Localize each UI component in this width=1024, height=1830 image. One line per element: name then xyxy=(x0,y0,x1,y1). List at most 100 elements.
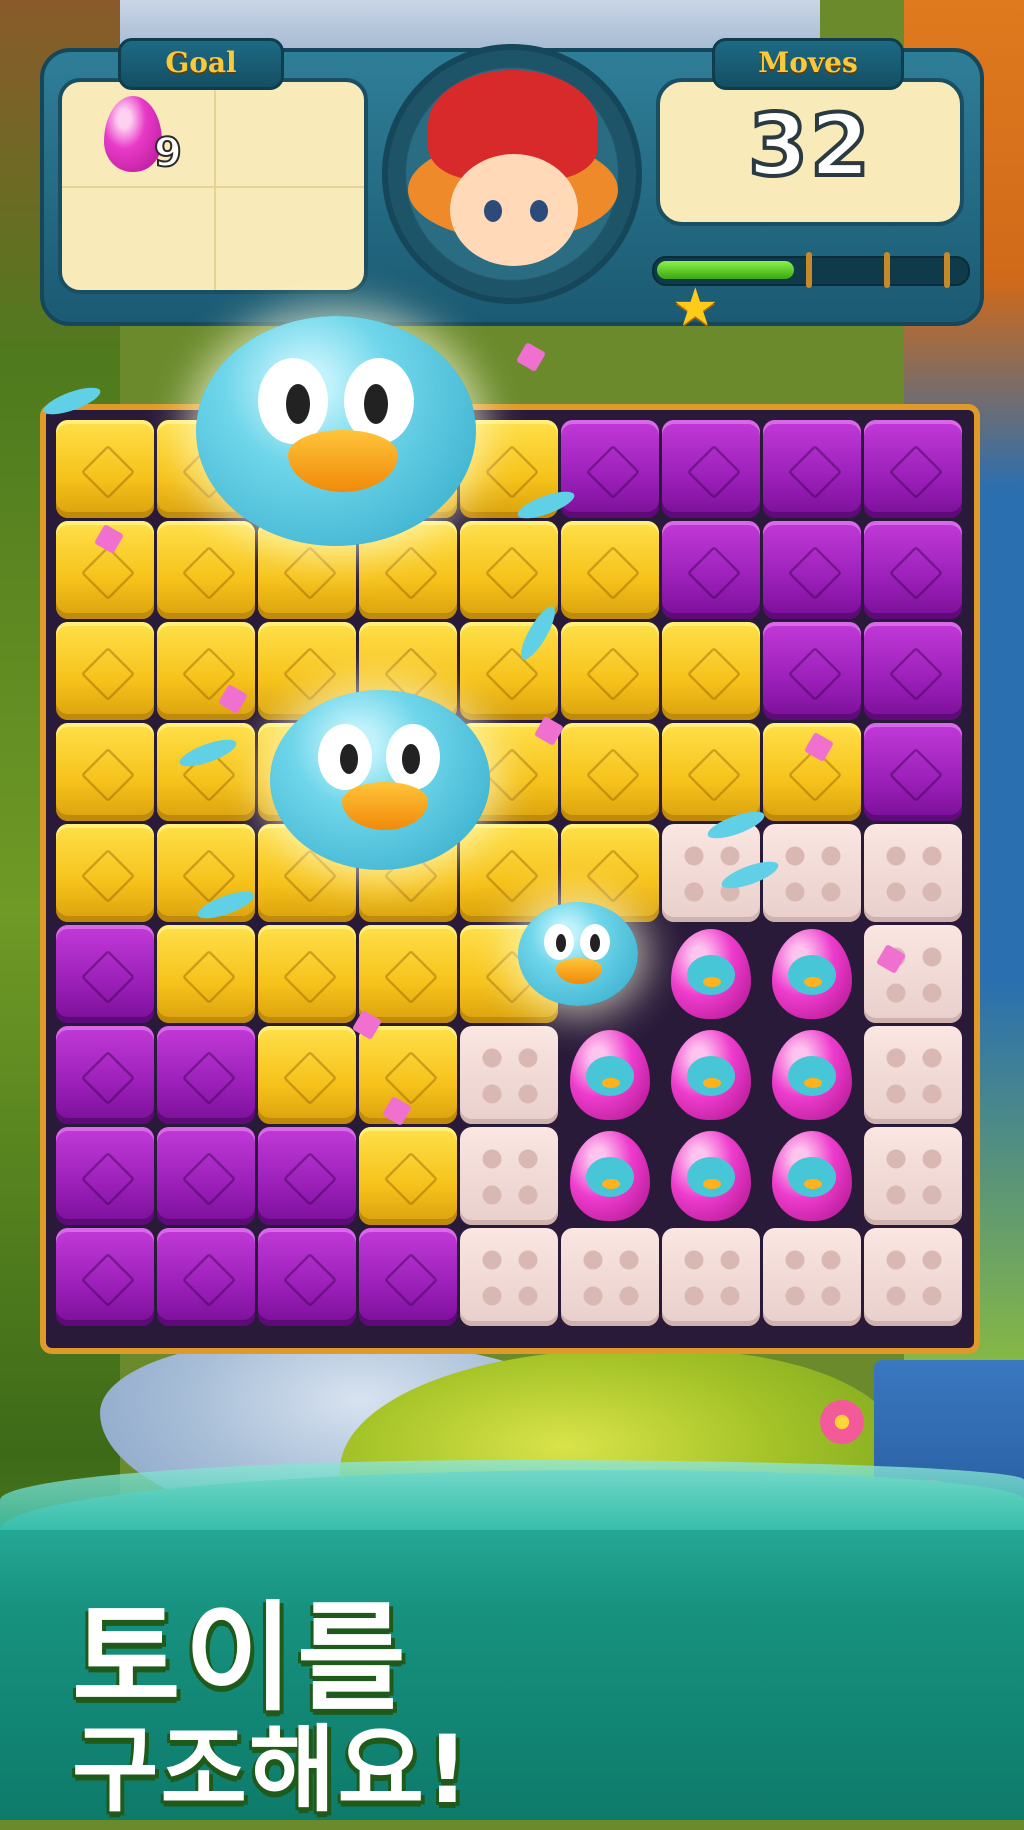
goal-egg-count: 9 xyxy=(153,129,183,177)
yellow-block-tile[interactable] xyxy=(157,925,255,1023)
bird-beak xyxy=(804,1179,822,1189)
bird-toy-icon xyxy=(586,1056,634,1096)
trapped-bird-egg xyxy=(772,1030,852,1120)
pink-brick-tile[interactable] xyxy=(460,1026,558,1124)
purple-block-tile[interactable] xyxy=(561,420,659,518)
pink-brick-tile[interactable] xyxy=(763,824,861,922)
purple-block-tile[interactable] xyxy=(56,1127,154,1225)
purple-block-tile[interactable] xyxy=(359,1228,457,1326)
yellow-block-tile[interactable] xyxy=(56,824,154,922)
pink-brick-tile[interactable] xyxy=(864,1127,962,1225)
purple-block-tile[interactable] xyxy=(157,1026,255,1124)
purple-block-tile[interactable] xyxy=(763,420,861,518)
rescued-bird-toy xyxy=(270,690,490,870)
trapped-bird-egg xyxy=(772,929,852,1019)
goal-grid-divider xyxy=(62,186,364,188)
flower-icon xyxy=(820,1400,864,1444)
pink-brick-tile[interactable] xyxy=(662,1228,760,1326)
egg-toy-tile[interactable] xyxy=(561,1026,659,1124)
pink-brick-tile[interactable] xyxy=(460,1127,558,1225)
pink-brick-tile[interactable] xyxy=(864,1026,962,1124)
score-progress-fill xyxy=(657,261,794,279)
bird-pupil xyxy=(402,744,420,774)
brick-studs xyxy=(884,1248,944,1308)
yellow-block-tile[interactable] xyxy=(359,1127,457,1225)
egg-toy-tile[interactable] xyxy=(662,925,760,1023)
bird-beak xyxy=(602,1179,620,1189)
yellow-block-tile[interactable] xyxy=(359,925,457,1023)
bird-toy-icon xyxy=(586,1157,634,1197)
game-board[interactable] xyxy=(40,404,980,1354)
purple-block-tile[interactable] xyxy=(56,925,154,1023)
bird-toy-icon xyxy=(788,1056,836,1096)
yellow-block-tile[interactable] xyxy=(561,723,659,821)
purple-block-tile[interactable] xyxy=(864,420,962,518)
star-threshold-mark xyxy=(806,252,812,288)
brick-studs xyxy=(884,1147,944,1207)
purple-block-tile[interactable] xyxy=(662,420,760,518)
bird-beak xyxy=(703,1179,721,1189)
egg-toy-tile[interactable] xyxy=(763,1026,861,1124)
purple-block-tile[interactable] xyxy=(864,622,962,720)
yellow-block-tile[interactable] xyxy=(460,521,558,619)
purple-block-tile[interactable] xyxy=(258,1127,356,1225)
pink-brick-tile[interactable] xyxy=(864,1228,962,1326)
pink-brick-tile[interactable] xyxy=(561,1228,659,1326)
rescued-bird-toy xyxy=(196,316,476,546)
yellow-block-tile[interactable] xyxy=(561,521,659,619)
egg-toy-tile[interactable] xyxy=(763,1127,861,1225)
yellow-block-tile[interactable] xyxy=(662,622,760,720)
trapped-bird-egg xyxy=(570,1131,650,1221)
egg-toy-tile[interactable] xyxy=(561,1127,659,1225)
brick-studs xyxy=(480,1147,540,1207)
bird-pupil xyxy=(590,934,600,952)
yellow-block-tile[interactable] xyxy=(258,1026,356,1124)
trapped-bird-egg xyxy=(570,1030,650,1120)
pink-brick-tile[interactable] xyxy=(763,1228,861,1326)
yellow-block-tile[interactable] xyxy=(56,622,154,720)
purple-block-tile[interactable] xyxy=(157,1228,255,1326)
bird-beak xyxy=(342,782,428,830)
goal-panel: 9 xyxy=(58,78,368,294)
star-threshold-mark xyxy=(884,252,890,288)
purple-block-tile[interactable] xyxy=(258,1228,356,1326)
purple-block-tile[interactable] xyxy=(763,521,861,619)
bird-beak xyxy=(804,1078,822,1088)
yellow-block-tile[interactable] xyxy=(460,824,558,922)
purple-block-tile[interactable] xyxy=(763,622,861,720)
pink-brick-tile[interactable] xyxy=(864,925,962,1023)
bird-beak xyxy=(703,1078,721,1088)
yellow-block-tile[interactable] xyxy=(561,622,659,720)
trapped-bird-egg xyxy=(671,1131,751,1221)
pink-brick-tile[interactable] xyxy=(460,1228,558,1326)
brick-studs xyxy=(581,1248,641,1308)
purple-block-tile[interactable] xyxy=(56,1228,154,1326)
yellow-block-tile[interactable] xyxy=(157,723,255,821)
purple-block-tile[interactable] xyxy=(662,521,760,619)
egg-toy-tile[interactable] xyxy=(763,925,861,1023)
yellow-block-tile[interactable] xyxy=(258,925,356,1023)
brick-studs xyxy=(480,1046,540,1106)
brick-studs xyxy=(682,1248,742,1308)
purple-block-tile[interactable] xyxy=(864,521,962,619)
rescued-bird-toy xyxy=(518,902,638,1006)
yellow-block-tile[interactable] xyxy=(56,723,154,821)
moves-panel: 32 xyxy=(656,78,964,226)
egg-toy-tile[interactable] xyxy=(662,1127,760,1225)
yellow-block-tile[interactable] xyxy=(56,420,154,518)
bird-beak xyxy=(556,958,602,984)
purple-block-tile[interactable] xyxy=(157,1127,255,1225)
trapped-bird-egg xyxy=(671,1030,751,1120)
brick-studs xyxy=(884,844,944,904)
purple-block-tile[interactable] xyxy=(864,723,962,821)
yellow-block-tile[interactable] xyxy=(157,521,255,619)
egg-toy-tile[interactable] xyxy=(662,1026,760,1124)
bird-toy-icon xyxy=(687,1056,735,1096)
yellow-block-tile[interactable] xyxy=(662,723,760,821)
bird-beak xyxy=(703,977,721,987)
purple-block-tile[interactable] xyxy=(56,1026,154,1124)
pink-brick-tile[interactable] xyxy=(864,824,962,922)
bird-pupil xyxy=(364,384,388,424)
banner-wave xyxy=(0,1460,1024,1530)
brick-studs xyxy=(480,1248,540,1308)
